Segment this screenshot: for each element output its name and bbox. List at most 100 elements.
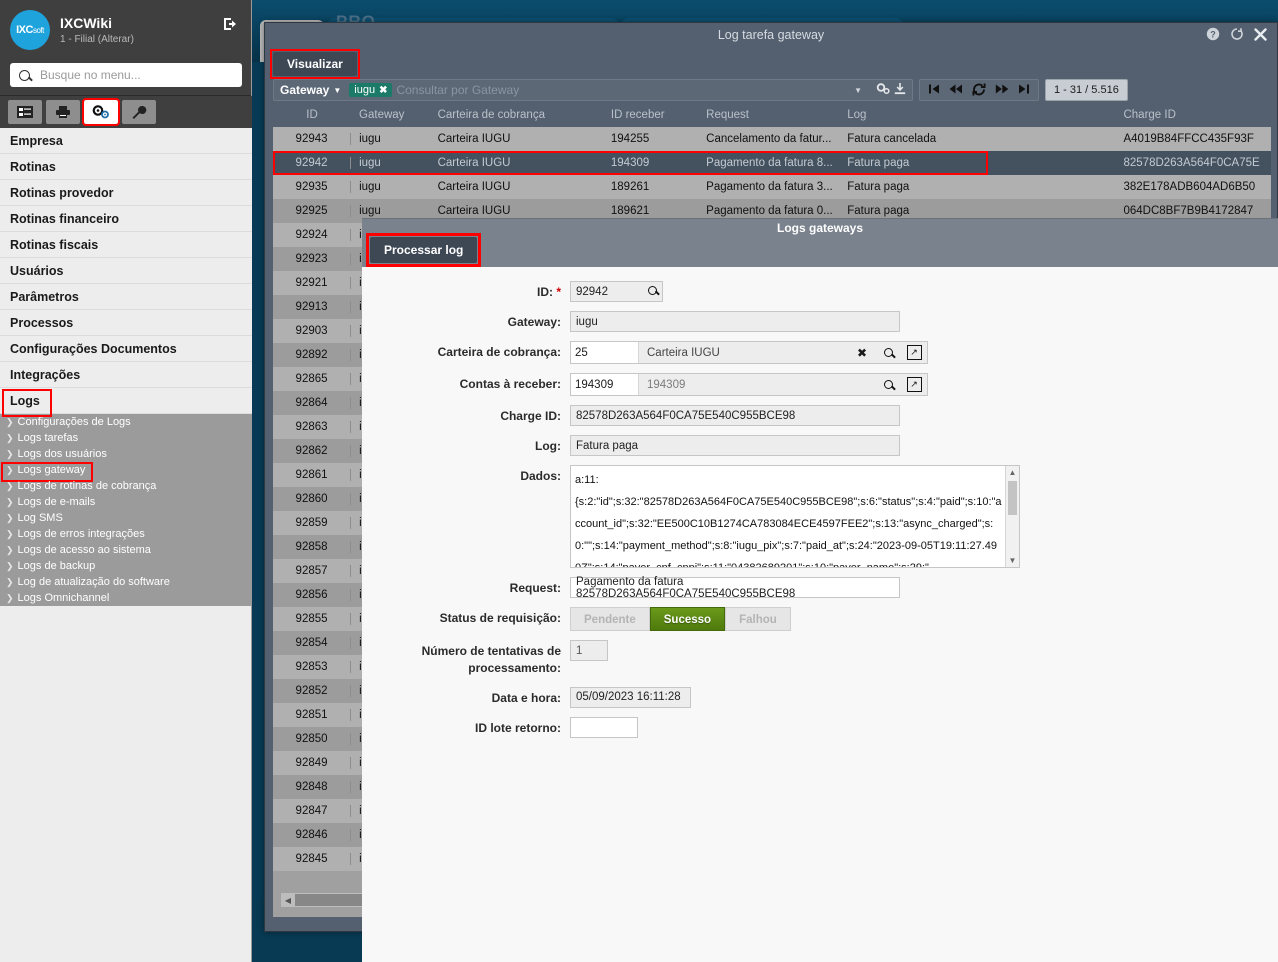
charge-id-input[interactable]: 82578D263A564F0CA75E540C955BCE98 <box>570 405 900 426</box>
download-icon[interactable] <box>894 82 906 98</box>
sidebar-item-empresa[interactable]: Empresa <box>0 128 252 154</box>
visualizar-button[interactable]: Visualizar <box>270 49 360 79</box>
column-header-log[interactable]: Log <box>842 105 1118 127</box>
dados-scrollbar-thumb[interactable] <box>1008 481 1017 515</box>
contas-combo[interactable]: 194309 194309 ↗ <box>570 373 928 396</box>
tentativas-input[interactable]: 1 <box>570 640 608 661</box>
chevron-down-icon[interactable]: ▼ <box>333 86 341 95</box>
help-icon[interactable]: ? <box>1206 27 1220 45</box>
contas-key-input[interactable]: 194309 <box>571 374 639 395</box>
label-tentativas-line1: Número de tentativas de <box>421 644 561 658</box>
scroll-down-icon[interactable]: ▼ <box>1006 554 1019 567</box>
sidebar-item-rotinas-fiscais[interactable]: Rotinas fiscais <box>0 232 252 258</box>
scroll-up-icon[interactable]: ▲ <box>1006 466 1019 479</box>
column-header-id[interactable]: ID <box>273 105 351 127</box>
column-header-request[interactable]: Request <box>704 105 842 127</box>
cell-id: 92861 <box>273 469 352 481</box>
filter-field[interactable]: Gateway ▼ iugu ✖ Consultar por Gateway ▼ <box>273 79 913 101</box>
submenu-item-logs-dos-usu-rios[interactable]: ❯ Logs dos usuários <box>0 446 252 462</box>
lote-retorno-input[interactable] <box>570 716 638 738</box>
sidebar-item-processos[interactable]: Processos <box>0 310 252 336</box>
submenu-item-logs-tarefas[interactable]: ❯ Logs tarefas <box>0 430 252 446</box>
field-row-log: Log: Fatura paga <box>362 435 1278 456</box>
column-header-gateway[interactable]: Gateway <box>351 105 428 127</box>
refresh-button[interactable] <box>972 83 986 98</box>
clear-icon[interactable]: ✖ <box>849 342 875 363</box>
filter-placeholder[interactable]: Consultar por Gateway <box>396 83 854 97</box>
logout-icon[interactable] <box>223 17 239 34</box>
open-external-icon[interactable]: ↗ <box>901 342 927 363</box>
search-icon[interactable] <box>875 342 901 363</box>
submenu-item-logs-de-erros-integra-es[interactable]: ❯ Logs de erros integrações <box>0 526 252 542</box>
column-header-carteira[interactable]: Carteira de cobrança <box>428 105 609 127</box>
submenu-item-label: Logs de acesso ao sistema <box>17 544 151 556</box>
label-gateway: Gateway: <box>507 315 561 329</box>
printer-icon[interactable] <box>46 100 80 124</box>
submenu-item-configura-es-de-logs[interactable]: ❯ Configurações de Logs <box>0 414 252 430</box>
dados-scrollbar[interactable]: ▲ ▼ <box>1005 466 1019 567</box>
carteira-key-input[interactable]: 25 <box>571 342 639 363</box>
cell-id: 92864 <box>273 397 352 409</box>
dados-textarea[interactable]: a:11: {s:2:"id";s:32:"82578D263A564F0CA7… <box>570 465 1020 568</box>
search-icon[interactable] <box>648 285 657 298</box>
column-header-id-receber[interactable]: ID receber <box>609 105 704 127</box>
scroll-left-icon[interactable]: ◀ <box>281 896 295 905</box>
submenu-item-logs-gateway[interactable]: ❯ Logs gateway <box>0 462 252 482</box>
filter-field-label[interactable]: Gateway <box>280 83 329 97</box>
sidebar-item-par-metros[interactable]: Parâmetros <box>0 284 252 310</box>
log-input[interactable]: Fatura paga <box>570 435 900 456</box>
gears-icon[interactable] <box>82 98 120 126</box>
next-page-button[interactable] <box>995 83 1009 97</box>
field-row-contas: Contas à receber: 194309 194309 ↗ <box>362 373 1278 396</box>
status-option-pendente[interactable]: Pendente <box>570 607 650 631</box>
status-option-sucesso[interactable]: Sucesso <box>649 607 726 631</box>
sidebar-item-usu-rios[interactable]: Usuários <box>0 258 252 284</box>
first-page-button[interactable] <box>928 83 940 97</box>
label-id-text: ID: <box>536 285 553 299</box>
sidebar-item-label: Rotinas provedor <box>10 186 114 200</box>
status-option-falhou[interactable]: Falhou <box>725 607 791 631</box>
id-input[interactable]: 92942 <box>570 281 663 302</box>
history-icon[interactable] <box>1230 27 1244 45</box>
submenu-item-logs-de-e-mails[interactable]: ❯ Logs de e-mails <box>0 494 252 510</box>
sidebar-item-integra-es[interactable]: Integrações <box>0 362 252 388</box>
search-icon[interactable] <box>875 374 901 395</box>
logs-gateways-dialog: Logs gateways Processar log ID: * 92942 … <box>362 218 1278 962</box>
sidebar-item-rotinas[interactable]: Rotinas <box>0 154 252 180</box>
gear-icon[interactable] <box>876 82 890 98</box>
branch-selector[interactable]: 1 - Filial (Alterar) <box>60 34 134 46</box>
table-row[interactable]: 92935 iugu Carteira IUGU 189261 Pagamento da… <box>273 175 1271 199</box>
contas-value: 194309 <box>639 374 875 395</box>
submenu-item-label: Logs dos usuários <box>17 448 107 460</box>
wrench-icon[interactable] <box>122 100 156 124</box>
prev-page-button[interactable] <box>949 83 963 97</box>
submenu-item-logs-de-rotinas-de-cobran-a[interactable]: ❯ Logs de rotinas de cobrança <box>0 478 252 494</box>
sidebar-item-configura-es-documentos[interactable]: Configurações Documentos <box>0 336 252 362</box>
filter-chip-close-icon[interactable]: ✖ <box>379 85 387 96</box>
open-external-icon[interactable]: ↗ <box>901 374 927 395</box>
filter-chip[interactable]: iugu ✖ <box>349 83 393 97</box>
submenu-item-logs-de-backup[interactable]: ❯ Logs de backup <box>0 558 252 574</box>
chevron-down-icon-2[interactable]: ▼ <box>854 86 862 95</box>
gateway-input[interactable]: iugu <box>570 311 900 332</box>
submenu-item-logs-omnichannel[interactable]: ❯ Logs Omnichannel <box>0 590 252 606</box>
request-input[interactable]: Pagamento da fatura 82578D263A564F0CA75E… <box>570 576 900 600</box>
sidebar-item-logs[interactable]: Logs <box>0 388 252 417</box>
data-hora-input[interactable]: 05/09/2023 16:11:28 <box>570 686 691 708</box>
last-page-button[interactable] <box>1018 83 1030 97</box>
submenu-item-log-sms[interactable]: ❯ Log SMS <box>0 510 252 526</box>
table-row[interactable]: 92942 iugu Carteira IUGU 194309 Pagamento da… <box>273 151 1271 175</box>
search-box[interactable] <box>10 63 242 87</box>
column-header-charge-id[interactable]: Charge ID <box>1118 105 1271 127</box>
close-icon[interactable] <box>1254 27 1267 45</box>
search-input[interactable] <box>38 67 236 83</box>
processar-log-button[interactable]: Processar log <box>365 233 482 267</box>
carteira-combo[interactable]: 25 Carteira IUGU ✖ ↗ <box>570 341 928 364</box>
submenu-item-log-de-atualiza-o-do-software[interactable]: ❯ Log de atualização do software <box>0 574 252 590</box>
table-row[interactable]: 92943 iugu Carteira IUGU 194255 Cancelamento… <box>273 127 1271 151</box>
sidebar-item-rotinas-financeiro[interactable]: Rotinas financeiro <box>0 206 252 232</box>
cell-id: 92892 <box>273 349 352 361</box>
submenu-item-logs-de-acesso-ao-sistema[interactable]: ❯ Logs de acesso ao sistema <box>0 542 252 558</box>
list-icon[interactable] <box>8 100 42 124</box>
sidebar-item-rotinas-provedor[interactable]: Rotinas provedor <box>0 180 252 206</box>
